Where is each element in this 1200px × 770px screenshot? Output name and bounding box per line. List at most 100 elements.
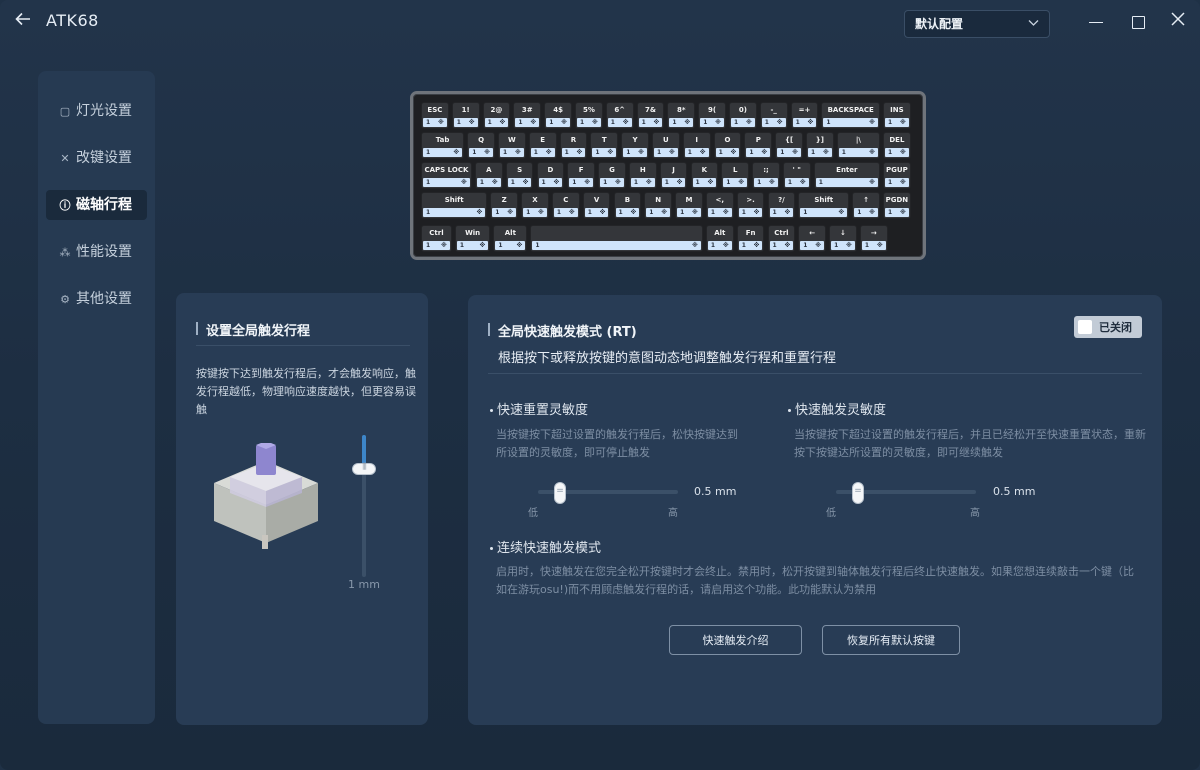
key-2-10[interactable]: :; 1 ※: [752, 162, 780, 189]
key-3-9[interactable]: >. 1 ※: [736, 192, 765, 219]
key-4-4[interactable]: Alt 1 ※: [705, 225, 734, 252]
key-4-7[interactable]: ← 1 ※: [798, 225, 827, 252]
key-0-14[interactable]: INS 1 ※: [883, 102, 911, 129]
key-2-13[interactable]: PGUP 1 ※: [883, 162, 911, 189]
key-0-7[interactable]: 7& 1 ※: [636, 102, 665, 129]
key-3-2[interactable]: X 1 ※: [521, 192, 549, 219]
key-2-8[interactable]: K 1 ※: [690, 162, 719, 189]
key-3-6[interactable]: N 1 ※: [644, 192, 673, 219]
key-travel-value: 1 ※: [885, 148, 909, 157]
key-2-3[interactable]: D 1 ※: [536, 162, 565, 189]
sidebar-item-travel[interactable]: ⓘ 磁轴行程: [46, 190, 147, 220]
key-1-12[interactable]: }] 1 ※: [806, 132, 834, 159]
trigger-sensitivity-thumb[interactable]: [852, 482, 864, 504]
sidebar-item-performance[interactable]: ⁂ 性能设置: [46, 237, 147, 267]
key-2-0[interactable]: CAPS LOCK 1 ※: [421, 162, 472, 189]
key-1-7[interactable]: U 1 ※: [652, 132, 680, 159]
key-label: N: [655, 196, 662, 204]
key-0-0[interactable]: ESC 1 ※: [421, 102, 449, 129]
key-3-3[interactable]: C 1 ※: [551, 192, 580, 219]
key-0-8[interactable]: 8* 1 ※: [667, 102, 696, 129]
key-0-3[interactable]: 3# 1 ※: [513, 102, 542, 129]
key-2-12[interactable]: Enter 1 ※: [813, 162, 880, 189]
key-label: 0): [738, 106, 747, 114]
key-0-4[interactable]: 4$ 1 ※: [544, 102, 572, 129]
sidebar-item-lighting[interactable]: ▢ 灯光设置: [46, 96, 147, 126]
key-4-6[interactable]: Ctrl 1 ※: [767, 225, 796, 252]
rapid-trigger-title: 全局快速触发模式 (RT): [488, 321, 637, 340]
key-1-4[interactable]: R 1 ※: [559, 132, 588, 159]
travel-slider-thumb[interactable]: [352, 462, 376, 476]
key-3-13[interactable]: PGDN 1 ※: [883, 192, 911, 219]
key-1-9[interactable]: O 1 ※: [713, 132, 742, 159]
rapid-trigger-intro-button[interactable]: 快速触发介绍: [669, 625, 802, 655]
key-3-10[interactable]: ?/ 1 ※: [767, 192, 796, 219]
key-travel-value: 1 ※: [885, 178, 909, 187]
key-travel-value: 1 ※: [854, 208, 878, 217]
sidebar-item-remap[interactable]: ✕ 改键设置: [46, 143, 147, 173]
key-2-6[interactable]: H 1 ※: [628, 162, 657, 189]
key-1-10[interactable]: P 1 ※: [744, 132, 773, 159]
key-label: <,: [715, 196, 725, 204]
back-arrow-icon[interactable]: [14, 10, 36, 32]
key-2-5[interactable]: G 1 ※: [598, 162, 626, 189]
key-3-12[interactable]: ↑ 1 ※: [852, 192, 880, 219]
key-3-5[interactable]: B 1 ※: [613, 192, 642, 219]
maximize-icon[interactable]: [1126, 10, 1150, 34]
key-3-7[interactable]: M 1 ※: [675, 192, 703, 219]
key-1-0[interactable]: Tab 1 ※: [421, 132, 465, 159]
key-label: Fn: [745, 229, 756, 237]
key-travel-value: 1 ※: [723, 178, 748, 187]
key-4-9[interactable]: → 1 ※: [859, 225, 888, 252]
key-3-11[interactable]: Shift 1 ※: [798, 192, 850, 219]
rapid-trigger-toggle[interactable]: 已关闭: [1074, 316, 1142, 338]
key-1-13[interactable]: |\ 1 ※: [836, 132, 880, 159]
key-0-10[interactable]: 0) 1 ※: [729, 102, 757, 129]
key-1-5[interactable]: T 1 ※: [590, 132, 619, 159]
key-0-1[interactable]: 1! 1 ※: [451, 102, 480, 129]
reset-sensitivity-slider[interactable]: [538, 482, 678, 504]
key-0-11[interactable]: -_ 1 ※: [759, 102, 788, 129]
sidebar-item-other[interactable]: ⚙ 其他设置: [46, 284, 147, 314]
key-2-1[interactable]: A 1 ※: [474, 162, 503, 189]
key-1-6[interactable]: Y 1 ※: [621, 132, 649, 159]
key-2-9[interactable]: L 1 ※: [721, 162, 750, 189]
travel-slider-track[interactable]: [362, 435, 366, 577]
minimize-icon[interactable]: [1084, 10, 1108, 34]
reset-sensitivity-thumb[interactable]: [554, 482, 566, 504]
key-1-1[interactable]: Q 1 ※: [467, 132, 495, 159]
key-travel-value: 1 ※: [456, 241, 489, 250]
trigger-sensitivity-slider[interactable]: [836, 482, 976, 504]
key-2-4[interactable]: F 1 ※: [567, 162, 596, 189]
key-1-2[interactable]: W 1 ※: [498, 132, 526, 159]
key-4-2[interactable]: Alt 1 ※: [493, 225, 528, 252]
key-0-13[interactable]: BACKSPACE 1 ※: [821, 102, 880, 129]
key-4-5[interactable]: Fn 1 ※: [736, 225, 765, 252]
key-3-8[interactable]: <, 1 ※: [705, 192, 734, 219]
key-3-1[interactable]: Z 1 ※: [490, 192, 519, 219]
key-1-8[interactable]: I 1 ※: [682, 132, 711, 159]
profile-select[interactable]: 默认配置: [904, 10, 1050, 38]
key-0-6[interactable]: 6^ 1 ※: [605, 102, 634, 129]
key-4-1[interactable]: Win 1 ※: [454, 225, 491, 252]
key-travel-value: 1 ※: [584, 208, 609, 217]
restore-defaults-button[interactable]: 恢复所有默认按键: [822, 625, 960, 655]
key-4-3[interactable]: 1 ※: [530, 225, 703, 252]
key-2-2[interactable]: S 1 ※: [505, 162, 534, 189]
close-icon[interactable]: [1166, 10, 1190, 34]
key-1-3[interactable]: E 1 ※: [528, 132, 557, 159]
key-label: Ctrl: [774, 229, 789, 237]
key-label: 8*: [677, 106, 686, 114]
key-3-4[interactable]: V 1 ※: [582, 192, 611, 219]
key-1-14[interactable]: DEL 1 ※: [883, 132, 911, 159]
key-4-0[interactable]: Ctrl 1 ※: [421, 225, 452, 252]
key-0-12[interactable]: =+ 1 ※: [790, 102, 819, 129]
key-3-0[interactable]: Shift 1 ※: [421, 192, 488, 219]
key-0-9[interactable]: 9(1 ※: [698, 102, 726, 129]
key-2-7[interactable]: J 1 ※: [659, 162, 688, 189]
key-4-8[interactable]: ↓ 1 ※: [829, 225, 857, 252]
key-1-11[interactable]: {[1 ※: [775, 132, 803, 159]
key-2-11[interactable]: ' " 1 ※: [782, 162, 811, 189]
key-0-5[interactable]: 5% 1 ※: [575, 102, 603, 129]
key-0-2[interactable]: 2@ 1 ※: [482, 102, 511, 129]
